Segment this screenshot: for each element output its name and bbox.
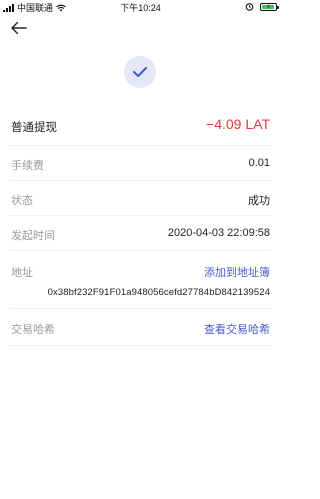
status-bar-right: ⚡ [245, 2, 279, 11]
transaction-type: 普通提现 [11, 122, 57, 134]
view-hash-link[interactable]: 查看交易哈希 [204, 321, 270, 337]
back-button[interactable] [9, 18, 29, 38]
back-arrow-icon [11, 21, 27, 35]
status-time: 下午10:24 [120, 3, 161, 13]
status-bar: 中国联通 下午10:24 ⚡ [0, 0, 281, 14]
alarm-icon [245, 3, 254, 11]
success-badge [124, 56, 156, 88]
time-label: 发起时间 [11, 230, 55, 242]
checkmark-icon [132, 66, 148, 78]
transaction-details: 普通提现 −4.09 LAT 手续费 0.01 状态 成功 发起时间 2020-… [10, 110, 271, 346]
fee-label: 手续费 [11, 160, 44, 172]
title-row: 普通提现 −4.09 LAT [10, 110, 271, 146]
add-to-address-book-link[interactable]: 添加到地址簿 [204, 264, 270, 280]
battery-icon: ⚡ [260, 2, 279, 11]
status-label: 状态 [11, 195, 33, 207]
transaction-amount: −4.09 LAT [206, 116, 270, 132]
address-row: 地址 添加到地址簿 0x38bf232F91F01a948056cefd2778… [10, 251, 271, 309]
time-value: 2020-04-03 22:09:58 [167, 227, 270, 239]
address-label: 地址 [11, 267, 33, 279]
hash-row: 交易哈希 查看交易哈希 [10, 309, 271, 346]
fee-row: 手续费 0.01 [10, 146, 271, 181]
status-row: 状态 成功 [10, 181, 271, 216]
fee-value: 0.01 [248, 157, 270, 169]
time-row: 发起时间 2020-04-03 22:09:58 [10, 216, 271, 251]
address-value: 0x38bf232F91F01a948056cefd27784bD8421395… [47, 287, 270, 298]
hash-label: 交易哈希 [11, 324, 55, 336]
status-value: 成功 [248, 195, 270, 207]
